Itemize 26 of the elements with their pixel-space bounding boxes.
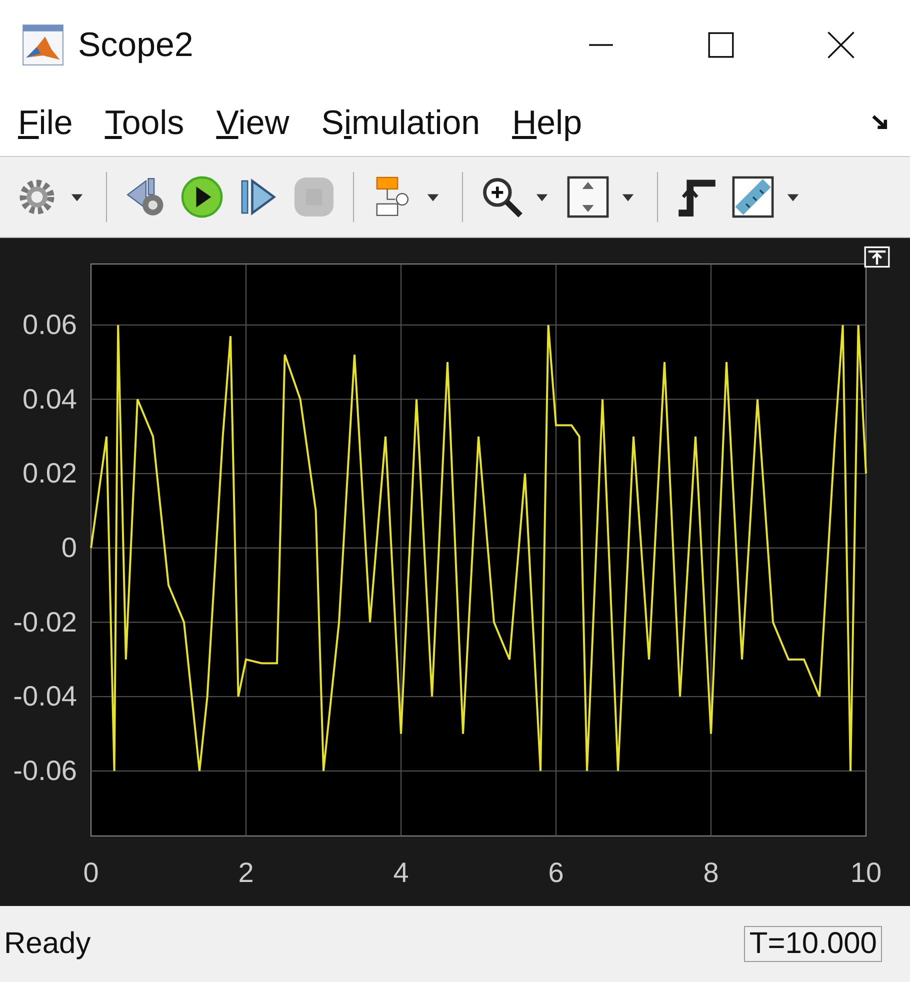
x-tick-label: 6	[548, 857, 564, 888]
y-tick-label: 0.02	[22, 458, 77, 489]
x-tick-label: 0	[83, 857, 99, 888]
y-tick-label: 0	[61, 532, 77, 563]
y-tick-label: 0.06	[22, 308, 77, 340]
menu-item[interactable]: Simulation	[321, 104, 480, 142]
simulation-time: T=10.000	[744, 926, 882, 962]
menu-item[interactable]: View	[216, 104, 290, 142]
status-text: Ready	[4, 927, 91, 961]
x-tick-label: 10	[850, 857, 882, 888]
app-icon	[22, 24, 64, 66]
window-title: Scope2	[78, 26, 194, 64]
y-tick-label: 0.04	[22, 383, 77, 414]
x-tick-label: 4	[393, 857, 409, 888]
ruler-icon[interactable]	[730, 174, 776, 220]
x-tick-label: 8	[703, 857, 719, 888]
y-tick-label: -0.04	[13, 680, 77, 712]
y-tick-label: -0.06	[13, 754, 77, 786]
menu-item[interactable]: Help	[512, 104, 582, 142]
collapse-toolbar-icon[interactable]	[864, 246, 890, 268]
x-tick-label: 2	[238, 857, 254, 888]
menu-item[interactable]: Tools	[104, 104, 184, 142]
autoscale-icon[interactable]	[565, 174, 611, 220]
menu-item[interactable]: File	[18, 104, 73, 142]
run-icon[interactable]	[179, 174, 225, 220]
y-tick-label: -0.02	[13, 606, 77, 638]
